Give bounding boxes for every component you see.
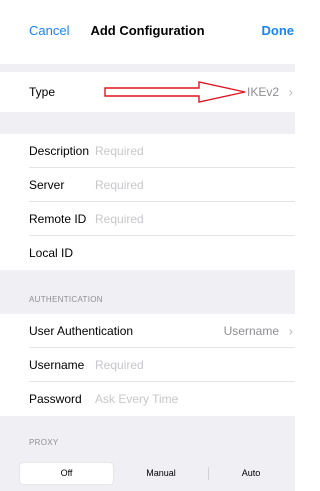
username-field[interactable]: Required bbox=[95, 358, 144, 372]
server-label: Server bbox=[29, 178, 65, 192]
password-label: Password bbox=[29, 392, 82, 406]
proxy-option-manual[interactable]: Manual bbox=[115, 463, 207, 484]
proxy-section-header: PROXY bbox=[29, 438, 59, 447]
proxy-option-off[interactable]: Off bbox=[20, 463, 113, 484]
proxy-segmented-control: Off Manual Auto bbox=[18, 461, 295, 486]
type-value: IKEv2 bbox=[246, 85, 279, 99]
remote-id-label: Remote ID bbox=[29, 212, 87, 226]
local-id-label: Local ID bbox=[29, 246, 74, 260]
type-row[interactable]: Type IKEv2 › bbox=[0, 72, 295, 112]
authentication-header-area: AUTHENTICATION bbox=[0, 270, 295, 314]
navigation-bar: Cancel Add Configuration Done bbox=[0, 0, 295, 64]
proxy-option-auto[interactable]: Auto bbox=[209, 463, 293, 484]
description-label: Description bbox=[29, 144, 90, 158]
page-title: Add Configuration bbox=[90, 23, 205, 38]
chevron-right-icon: › bbox=[288, 323, 293, 339]
description-field[interactable]: Required bbox=[95, 144, 144, 158]
server-row: Server Required bbox=[0, 168, 295, 202]
red-arrow-annotation bbox=[104, 81, 246, 103]
server-field[interactable]: Required bbox=[95, 178, 144, 192]
type-label: Type bbox=[29, 85, 56, 99]
chevron-right-icon: › bbox=[288, 84, 293, 100]
done-button[interactable]: Done bbox=[262, 23, 295, 38]
username-label: Username bbox=[29, 358, 85, 372]
local-id-row: Local ID bbox=[0, 236, 295, 270]
group-spacer bbox=[0, 112, 295, 134]
user-authentication-label: User Authentication bbox=[29, 324, 134, 338]
password-row: Password Ask Every Time bbox=[0, 382, 295, 416]
description-row: Description Required bbox=[0, 134, 295, 168]
username-row: Username Required bbox=[0, 348, 295, 382]
password-field[interactable]: Ask Every Time bbox=[95, 392, 178, 406]
group-spacer bbox=[0, 64, 295, 72]
user-authentication-value: Username bbox=[223, 324, 279, 338]
remote-id-row: Remote ID Required bbox=[0, 202, 295, 236]
user-authentication-row[interactable]: User Authentication Username › bbox=[0, 314, 295, 348]
authentication-section-header: AUTHENTICATION bbox=[29, 295, 103, 304]
remote-id-field[interactable]: Required bbox=[95, 212, 144, 226]
